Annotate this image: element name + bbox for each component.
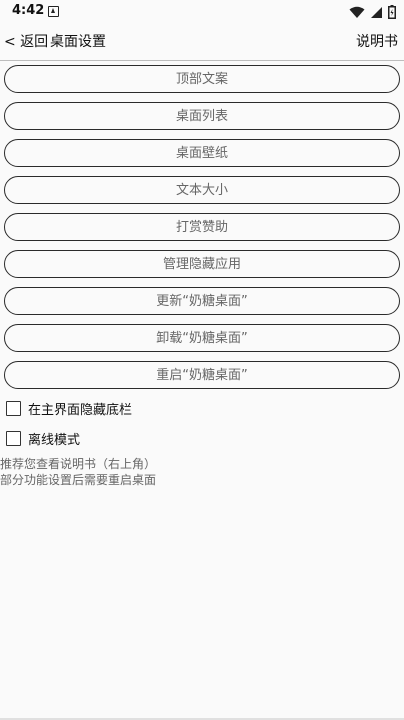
- restart-launcher-button[interactable]: 重启“奶糖桌面”: [4, 361, 400, 389]
- back-button[interactable]: < 返回: [4, 31, 48, 51]
- battery-icon: [388, 5, 396, 19]
- text-size-button[interactable]: 文本大小: [4, 176, 400, 204]
- status-bar: 4:42: [0, 0, 404, 24]
- manage-hidden-apps-button[interactable]: 管理隐藏应用: [4, 250, 400, 278]
- uninstall-launcher-button[interactable]: 卸载“奶糖桌面”: [4, 324, 400, 352]
- page-title: 桌面设置: [50, 34, 106, 50]
- top-text-button[interactable]: 顶部文案: [4, 65, 400, 93]
- wifi-icon: [349, 6, 365, 18]
- hide-bottom-bar-label: 在主界面隐藏底栏: [28, 402, 133, 418]
- app-bar: < 返回 桌面设置 说明书: [0, 24, 404, 61]
- donate-button[interactable]: 打赏赞助: [4, 213, 400, 241]
- offline-mode-checkbox[interactable]: [6, 430, 21, 446]
- desktop-list-button[interactable]: 桌面列表: [4, 102, 400, 130]
- update-launcher-button[interactable]: 更新“奶糖桌面”: [4, 287, 400, 315]
- signal-icon: [371, 6, 382, 18]
- status-icons: [349, 4, 396, 20]
- manual-button[interactable]: 说明书: [356, 31, 398, 51]
- offline-mode-label: 离线模式: [28, 432, 81, 448]
- settings-menu-list: 顶部文案 桌面列表 桌面壁纸 文本大小 打赏赞助 管理隐藏应用 更新“奶糖桌面”…: [4, 65, 400, 398]
- hide-bottom-bar-option[interactable]: 在主界面隐藏底栏: [6, 398, 132, 418]
- hide-bottom-bar-checkbox[interactable]: [6, 400, 21, 416]
- wallpaper-button[interactable]: 桌面壁纸: [4, 139, 400, 167]
- note-recommend-manual: 推荐您查看说明书（右上角）: [0, 457, 157, 471]
- notification-icon: [48, 6, 59, 17]
- offline-mode-option[interactable]: 离线模式: [6, 428, 80, 448]
- status-time: 4:42: [12, 3, 45, 18]
- note-restart-required: 部分功能设置后需要重启桌面: [0, 473, 157, 487]
